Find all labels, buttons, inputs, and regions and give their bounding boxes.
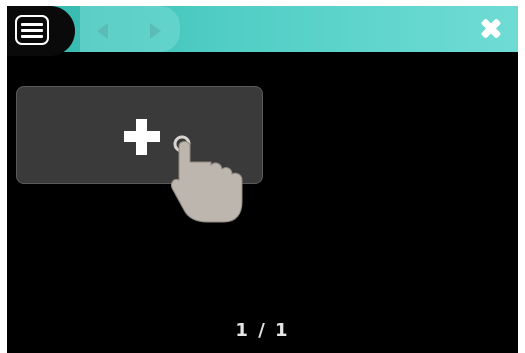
top-border	[0, 0, 525, 6]
menu-icon	[21, 20, 43, 40]
screen: 1 / 1	[0, 0, 525, 353]
arrow-right-icon[interactable]	[150, 23, 161, 39]
close-icon[interactable]	[476, 14, 506, 44]
hand-pointer-icon	[171, 135, 243, 223]
menu-button[interactable]	[7, 6, 75, 56]
left-border	[0, 0, 7, 353]
page-indicator: 1 / 1	[235, 320, 290, 341]
right-border	[518, 0, 525, 353]
plus-icon	[124, 119, 160, 155]
arrow-left-icon[interactable]	[97, 23, 108, 39]
navigation-arrows	[80, 6, 180, 52]
